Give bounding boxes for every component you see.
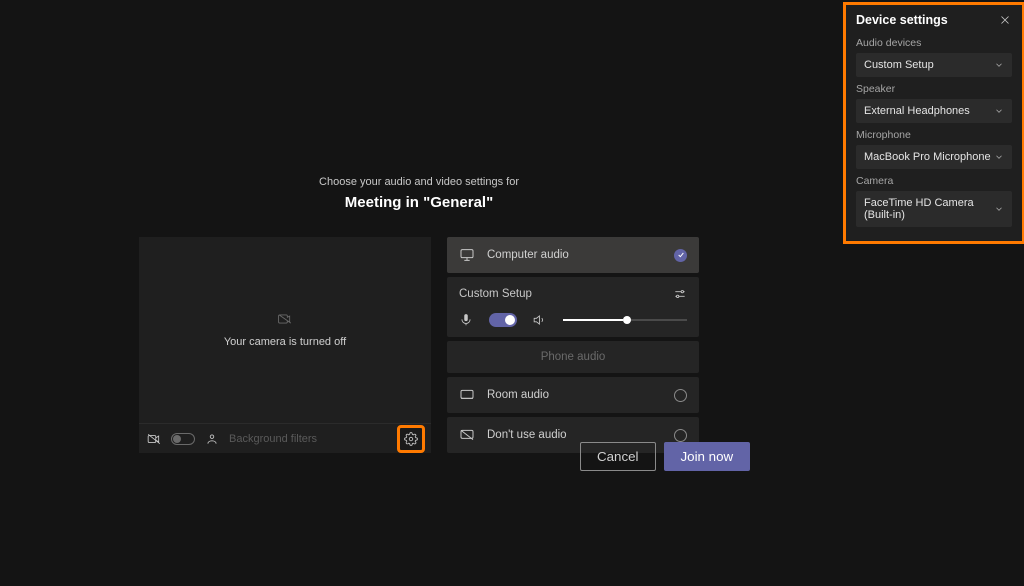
chevron-down-icon	[994, 106, 1004, 116]
prejoin-subtitle: Choose your audio and video settings for	[319, 176, 519, 188]
join-now-button[interactable]: Join now	[664, 442, 751, 471]
chevron-down-icon	[994, 60, 1004, 70]
microphone-select[interactable]: MacBook Pro Microphone	[856, 145, 1012, 169]
camera-label: Camera	[856, 175, 1012, 187]
speaker-volume-icon	[533, 313, 547, 327]
audio-settings-block: Custom Setup	[447, 277, 699, 337]
device-settings-button[interactable]	[399, 427, 423, 451]
audio-devices-label: Audio devices	[856, 37, 1012, 49]
audio-option-label: Room audio	[487, 389, 662, 401]
speaker-label: Speaker	[856, 83, 1012, 95]
audio-devices-select[interactable]: Custom Setup	[856, 53, 1012, 77]
radio-unselected-icon	[674, 389, 687, 402]
radio-unselected-icon	[674, 429, 687, 442]
audio-option-label: Don't use audio	[487, 429, 662, 441]
selected-check-icon	[674, 249, 687, 262]
camera-off-text: Your camera is turned off	[224, 336, 346, 348]
device-settings-title: Device settings	[856, 13, 948, 27]
prejoin-screen: Choose your audio and video settings for…	[0, 0, 838, 586]
chevron-down-icon	[994, 204, 1004, 214]
select-value: FaceTime HD Camera (Built-in)	[864, 197, 994, 221]
sliders-icon[interactable]	[673, 287, 687, 301]
background-filters-icon	[205, 432, 219, 446]
prejoin-title: Meeting in "General"	[319, 194, 519, 211]
background-filters-button[interactable]: Background filters	[229, 433, 389, 445]
custom-setup-label: Custom Setup	[459, 288, 532, 300]
gear-icon	[404, 432, 418, 446]
speaker-select[interactable]: External Headphones	[856, 99, 1012, 123]
audio-option-label: Computer audio	[487, 249, 662, 261]
computer-audio-icon	[459, 247, 475, 263]
audio-options-card: Computer audio Custom Setup	[447, 237, 699, 453]
audio-option-computer[interactable]: Computer audio	[447, 237, 699, 273]
camera-toggle[interactable]	[171, 433, 195, 445]
camera-toggle-icon	[147, 432, 161, 446]
chevron-down-icon	[994, 152, 1004, 162]
microphone-toggle[interactable]	[489, 313, 517, 327]
microphone-icon	[459, 313, 473, 327]
device-settings-panel: Device settings Audio devices Custom Set…	[844, 3, 1024, 243]
camera-preview-card: Your camera is turned off Background fil…	[139, 237, 431, 453]
select-value: External Headphones	[864, 105, 970, 117]
select-value: MacBook Pro Microphone	[864, 151, 991, 163]
select-value: Custom Setup	[864, 59, 934, 71]
close-icon[interactable]	[998, 13, 1012, 27]
audio-option-label: Phone audio	[541, 351, 606, 363]
cancel-button[interactable]: Cancel	[580, 442, 656, 471]
microphone-label: Microphone	[856, 129, 1012, 141]
camera-preview: Your camera is turned off	[139, 237, 431, 423]
audio-option-phone: Phone audio	[447, 341, 699, 373]
volume-slider[interactable]	[563, 319, 687, 321]
no-audio-icon	[459, 427, 475, 443]
camera-select[interactable]: FaceTime HD Camera (Built-in)	[856, 191, 1012, 227]
camera-off-icon	[276, 312, 294, 326]
room-audio-icon	[459, 387, 475, 403]
audio-option-room[interactable]: Room audio	[447, 377, 699, 413]
